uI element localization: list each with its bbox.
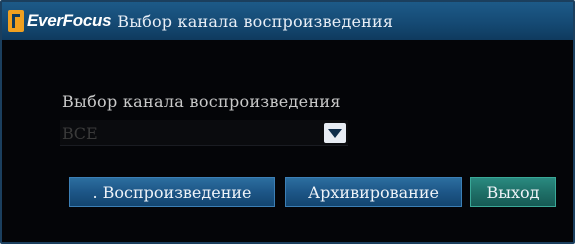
channel-select-value: ВСЕ <box>62 124 98 143</box>
playback-button[interactable]: . Воспроизведение <box>69 177 275 207</box>
playback-channel-dialog: EverFocus Выбор канала воспроизведения В… <box>0 0 575 244</box>
archive-button[interactable]: Архивирование <box>285 177 462 207</box>
channel-select[interactable]: ВСЕ <box>60 120 348 146</box>
brand-logo: EverFocus <box>8 10 112 32</box>
chevron-down-glyph <box>328 129 342 138</box>
channel-select-label: Выбор канала воспроизведения <box>62 92 341 111</box>
title-bar: EverFocus Выбор канала воспроизведения <box>2 2 573 40</box>
exit-button[interactable]: Выход <box>470 177 556 207</box>
chevron-down-icon[interactable] <box>324 123 346 143</box>
everfocus-logo-icon <box>8 10 24 32</box>
brand-name: EverFocus <box>27 11 112 30</box>
window-title: Выбор канала воспроизведения <box>117 11 394 31</box>
